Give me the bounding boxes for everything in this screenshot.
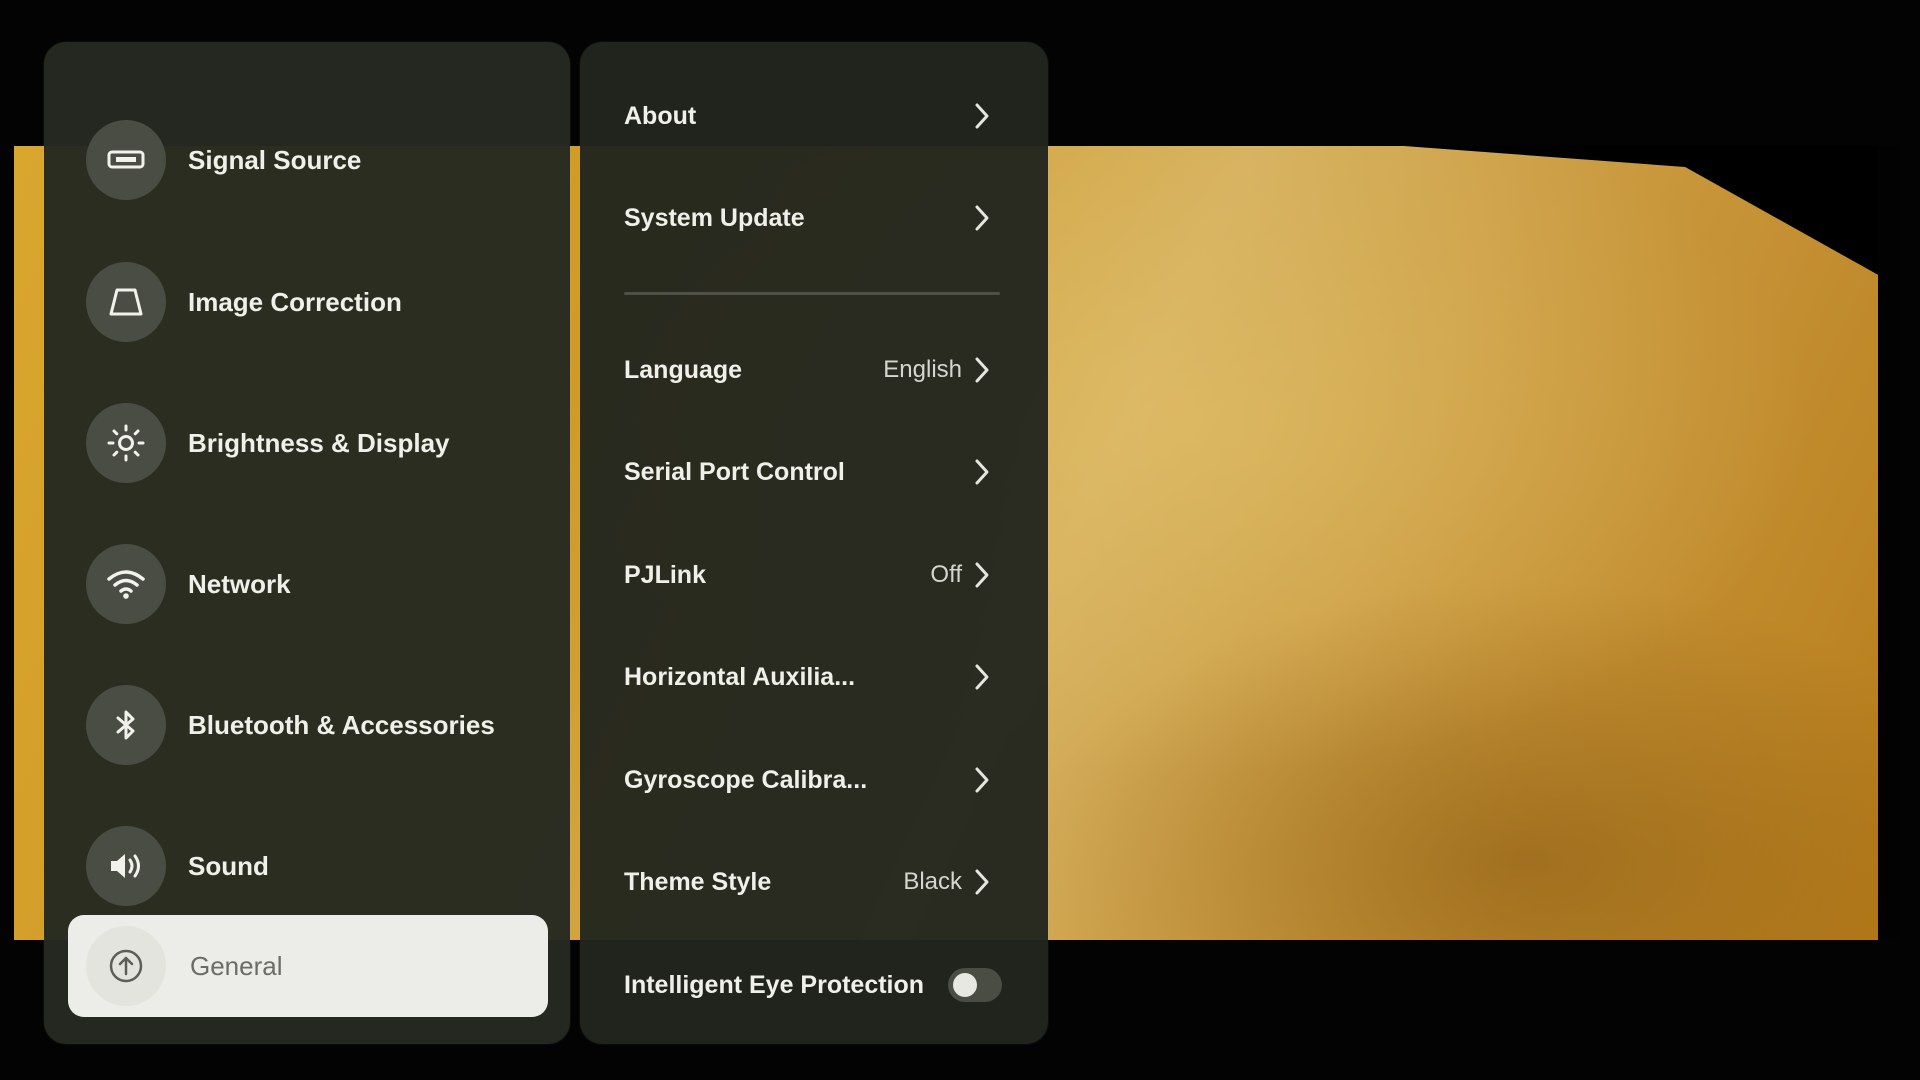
- sidebar-item-label: Signal Source: [188, 144, 362, 175]
- chevron-right-icon: [975, 664, 989, 690]
- chevron-right-icon: [975, 205, 989, 231]
- eye-protection-toggle[interactable]: [948, 968, 1002, 1002]
- setting-label: Gyroscope Calibra...: [624, 766, 868, 794]
- background-edge: [1878, 146, 1898, 940]
- setting-value: Black: [903, 868, 962, 895]
- sidebar-item-signal-source[interactable]: Signal Source: [44, 100, 570, 220]
- screen: Signal Source Image Correction Brightnes…: [0, 0, 1920, 1080]
- sidebar-item-label: Brightness & Display: [188, 427, 450, 458]
- setting-intelligent-eye-protection[interactable]: Intelligent Eye Protection: [580, 935, 1048, 1035]
- keystone-icon: [86, 262, 166, 342]
- setting-label: About: [624, 102, 697, 130]
- setting-horizontal-auxiliary[interactable]: Horizontal Auxilia...: [580, 627, 1048, 727]
- setting-value: English: [883, 356, 962, 383]
- background-sky: [1138, 146, 1898, 286]
- bluetooth-icon: [86, 685, 166, 765]
- chevron-right-icon: [975, 767, 989, 793]
- setting-label: Theme Style: [624, 868, 772, 896]
- setting-serial-port-control[interactable]: Serial Port Control: [580, 422, 1048, 522]
- setting-label: PJLink: [624, 561, 706, 589]
- setting-language[interactable]: Language English: [580, 320, 1048, 420]
- chevron-right-icon: [975, 357, 989, 383]
- setting-theme-style[interactable]: Theme Style Black: [580, 832, 1048, 932]
- sidebar-item-sound[interactable]: Sound: [44, 806, 570, 926]
- wifi-icon: [86, 544, 166, 624]
- sidebar-item-label: Sound: [188, 850, 269, 881]
- sidebar-item-label: Image Correction: [188, 286, 402, 317]
- arrow-up-circle-icon: [86, 926, 166, 1006]
- setting-label: Intelligent Eye Protection: [624, 971, 925, 999]
- setting-label: Language: [624, 356, 743, 384]
- hdmi-icon: [86, 120, 166, 200]
- general-settings-panel: About System Update Language English Ser…: [580, 42, 1048, 1044]
- setting-value: Off: [930, 561, 962, 588]
- sidebar-item-image-correction[interactable]: Image Correction: [44, 242, 570, 362]
- setting-label: Horizontal Auxilia...: [624, 663, 856, 691]
- setting-pjlink[interactable]: PJLink Off: [580, 525, 1048, 625]
- setting-about[interactable]: About: [580, 66, 1048, 166]
- setting-gyroscope-calibration[interactable]: Gyroscope Calibra...: [580, 730, 1048, 830]
- sidebar-item-general[interactable]: General: [68, 915, 548, 1017]
- sidebar-item-label: Network: [188, 568, 291, 599]
- sidebar-item-label: Bluetooth & Accessories: [188, 709, 495, 740]
- speaker-icon: [86, 826, 166, 906]
- chevron-right-icon: [975, 869, 989, 895]
- section-divider: [624, 292, 1000, 295]
- setting-system-update[interactable]: System Update: [580, 168, 1048, 268]
- sidebar-item-network[interactable]: Network: [44, 524, 570, 644]
- toggle-knob: [953, 973, 977, 997]
- chevron-right-icon: [975, 459, 989, 485]
- chevron-right-icon: [975, 103, 989, 129]
- setting-label: Serial Port Control: [624, 458, 845, 486]
- setting-label: System Update: [624, 204, 805, 232]
- sidebar-item-label: General: [190, 950, 283, 981]
- sidebar-item-bluetooth-accessories[interactable]: Bluetooth & Accessories: [44, 665, 570, 785]
- settings-category-panel: Signal Source Image Correction Brightnes…: [44, 42, 570, 1044]
- sidebar-item-brightness-display[interactable]: Brightness & Display: [44, 383, 570, 503]
- chevron-right-icon: [975, 562, 989, 588]
- brightness-icon: [86, 403, 166, 483]
